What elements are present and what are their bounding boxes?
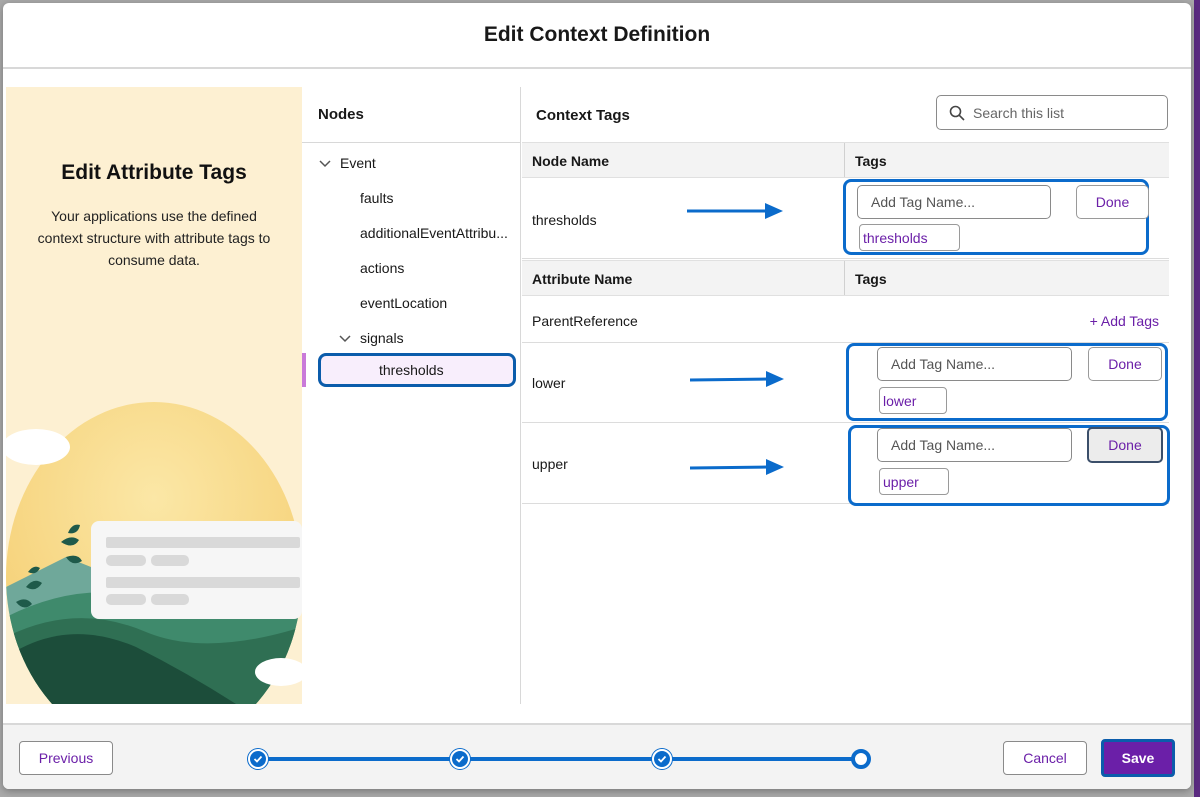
illustration-description: Your applications use the defined contex… (37, 208, 271, 268)
add-tag-input[interactable] (877, 347, 1072, 381)
nodes-panel: Nodes Event faults additionalEventAttrib… (302, 87, 521, 704)
illustration-panel: Edit Attribute Tags Your applications us… (6, 87, 302, 704)
tree-item-label: faults (360, 190, 394, 206)
selection-indicator (302, 353, 306, 387)
attribute-name-cell: upper (532, 456, 568, 472)
attribute-table-header: Attribute Name Tags (522, 260, 1169, 296)
tree-item-label: actions (360, 260, 405, 276)
context-tags-panel: Context Tags Node Name Tags thresholds D… (522, 87, 1191, 704)
tag-pill[interactable]: lower (879, 387, 947, 414)
table-row: lower Done lower (522, 343, 1169, 423)
tree-item-label: thresholds (379, 362, 444, 378)
table-row: ParentReference + Add Tags (522, 297, 1169, 343)
column-header-node-name: Node Name (532, 153, 610, 169)
node-name-cell: thresholds (532, 212, 597, 228)
chevron-down-icon[interactable] (318, 156, 332, 170)
tree-item-label: signals (360, 330, 404, 346)
table-row: thresholds Done thresholds (522, 179, 1169, 259)
tree-item-label: eventLocation (360, 295, 448, 311)
modal-footer: Previous Cancel Save (3, 723, 1191, 789)
done-button[interactable]: Done (1087, 427, 1163, 463)
add-tag-input[interactable] (857, 185, 1051, 219)
column-header-tags: Tags (855, 271, 887, 287)
cancel-button[interactable]: Cancel (1003, 741, 1087, 775)
arrow-annotation (687, 203, 783, 219)
illustration-title: Edit Attribute Tags (61, 161, 247, 184)
done-button[interactable]: Done (1088, 347, 1162, 381)
tree-item-label: Event (340, 155, 376, 171)
tree-item-faults[interactable]: faults (302, 183, 521, 213)
add-tags-link[interactable]: + Add Tags (1090, 313, 1159, 329)
search-box[interactable] (936, 95, 1168, 130)
step-complete-icon[interactable] (450, 749, 470, 769)
add-tag-input[interactable] (877, 428, 1072, 462)
check-icon (657, 755, 667, 763)
check-icon (253, 755, 263, 763)
nodes-heading: Nodes (302, 87, 520, 143)
attribute-name-cell: ParentReference (532, 313, 638, 329)
edit-context-modal: Edit Context Definition Edit Attribute T… (3, 3, 1191, 789)
step-complete-icon[interactable] (248, 749, 268, 769)
search-icon (949, 105, 965, 121)
modal-header: Edit Context Definition (3, 3, 1191, 69)
check-icon (455, 755, 465, 763)
step-complete-icon[interactable] (652, 749, 672, 769)
progress-track (264, 757, 854, 761)
search-input[interactable] (973, 104, 1153, 121)
step-current-icon[interactable] (851, 749, 871, 769)
done-button[interactable]: Done (1076, 185, 1149, 219)
tree-item-actions[interactable]: actions (302, 253, 521, 283)
tree-item-additional-event-attributes[interactable]: additionalEventAttribu... (302, 218, 521, 248)
progress-steps (248, 747, 871, 771)
background-app-edge (1194, 0, 1200, 797)
tree-item-signals[interactable]: signals (302, 323, 521, 353)
attribute-name-cell: lower (532, 375, 566, 391)
tag-pill[interactable]: upper (879, 468, 949, 495)
modal-title: Edit Context Definition (483, 23, 711, 46)
arrow-annotation (690, 371, 784, 387)
column-header-tags: Tags (855, 153, 887, 169)
save-button[interactable]: Save (1101, 739, 1175, 777)
landscape-illustration (6, 402, 302, 704)
arrow-annotation (690, 459, 784, 475)
column-header-attribute-name: Attribute Name (532, 271, 633, 287)
table-row: upper Done upper (522, 424, 1170, 506)
tree-item-label: additionalEventAttribu... (360, 225, 508, 241)
node-table-header: Node Name Tags (522, 142, 1169, 178)
tree-item-event-location[interactable]: eventLocation (302, 288, 521, 318)
context-tags-title: Context Tags (536, 107, 630, 124)
previous-button[interactable]: Previous (19, 741, 113, 775)
tree-item-event[interactable]: Event (302, 148, 521, 178)
tag-pill[interactable]: thresholds (859, 224, 960, 251)
chevron-down-icon[interactable] (338, 331, 352, 345)
tree-item-thresholds[interactable]: thresholds (318, 353, 516, 387)
